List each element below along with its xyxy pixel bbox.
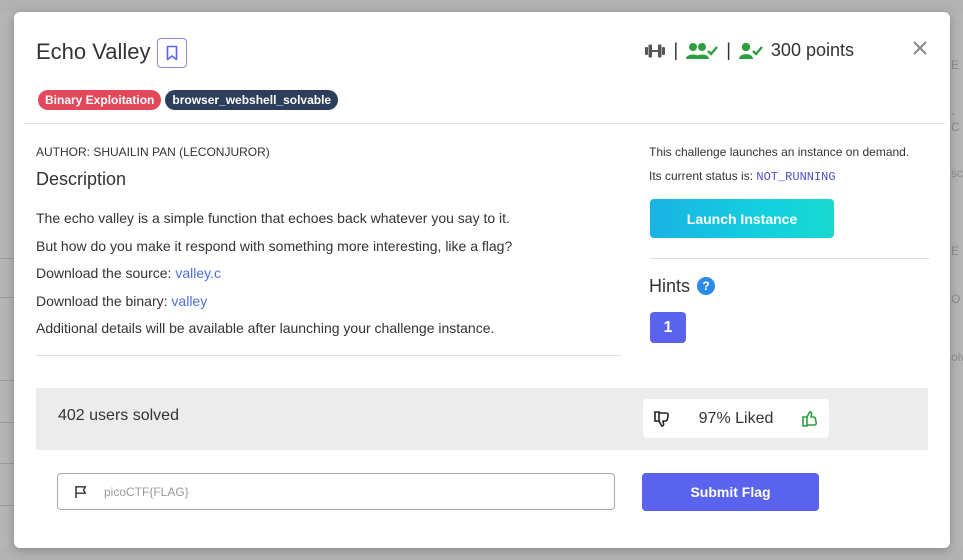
solved-count: 402 users solved — [58, 407, 179, 424]
challenge-title: Echo Valley — [36, 39, 151, 64]
author-line: AUTHOR: SHUAILIN PAN (LECONJUROR) — [36, 145, 270, 159]
background-divider — [0, 505, 14, 506]
description-divider — [36, 355, 621, 356]
download-binary-label: Download the binary: — [36, 292, 172, 309]
liked-percentage: 97% Liked — [698, 409, 774, 427]
background-text-fragment: sc — [951, 166, 963, 180]
category-tags: Binary Exploitation browser_webshell_sol… — [38, 90, 339, 110]
background-text-fragment: O — [951, 292, 961, 306]
close-button[interactable] — [910, 38, 930, 58]
close-icon — [913, 41, 927, 55]
background-text-fragment: -C — [951, 106, 960, 134]
instance-status-line: Its current status is: NOT_RUNNING — [649, 169, 836, 184]
bookmark-icon — [166, 45, 178, 61]
background-divider — [0, 297, 14, 298]
instance-info: This challenge launches an instance on d… — [649, 145, 910, 159]
thumbs-down-icon[interactable] — [653, 410, 671, 428]
users-check-icon — [686, 42, 719, 59]
challenge-meta: | | 300 points — [644, 40, 854, 61]
likes-box: 97% Liked — [643, 399, 829, 438]
description-heading: Description — [36, 169, 127, 189]
source-link[interactable]: valley.c — [175, 265, 221, 281]
download-source-label: Download the source: — [36, 265, 176, 281]
background-text-fragment: E — [951, 58, 960, 72]
flag-input-wrapper — [57, 473, 615, 510]
dumbbell-icon — [644, 44, 665, 57]
instance-divider — [649, 258, 929, 259]
hint-button-1[interactable]: 1 — [650, 312, 686, 343]
help-icon[interactable]: ? — [697, 277, 715, 295]
download-binary-line: Download the binary: valley — [36, 288, 512, 316]
binary-link[interactable]: valley — [171, 293, 207, 309]
instance-status-label: Its current status is: — [649, 169, 757, 183]
flag-icon — [75, 485, 87, 498]
description-line: The echo valley is a simple function tha… — [36, 210, 510, 226]
user-check-icon — [738, 42, 763, 59]
background-divider — [0, 258, 14, 259]
description-body: The echo valley is a simple function tha… — [36, 205, 512, 343]
launch-instance-button[interactable]: Launch Instance — [650, 199, 834, 238]
bookmark-button[interactable] — [157, 38, 187, 68]
background-divider — [0, 422, 14, 423]
header-divider — [24, 123, 946, 124]
instance-status: NOT_RUNNING — [756, 170, 836, 184]
challenge-modal: Echo Valley | | 300 points Binary Exploi… — [14, 12, 950, 548]
tag-webshell[interactable]: browser_webshell_solvable — [165, 90, 339, 110]
background-divider — [0, 463, 14, 464]
meta-separator: | — [673, 40, 679, 60]
submit-flag-button[interactable]: Submit Flag — [642, 473, 819, 511]
points-value: 300 points — [770, 40, 854, 60]
download-source-line: Download the source: valley.c — [36, 260, 512, 288]
background-text-fragment: E — [951, 244, 960, 258]
description-line: Additional details will be available aft… — [36, 320, 495, 336]
meta-separator: | — [726, 40, 731, 60]
tag-category[interactable]: Binary Exploitation — [38, 90, 162, 110]
background-divider — [0, 380, 14, 381]
hints-label: Hints — [649, 276, 691, 296]
flag-input[interactable] — [104, 484, 584, 499]
background-text-fragment: olv — [951, 350, 963, 364]
description-line: But how do you make it respond with some… — [36, 237, 513, 254]
thumbs-up-icon[interactable] — [801, 410, 819, 428]
stats-bar: 402 users solved 97% Liked — [36, 388, 928, 450]
